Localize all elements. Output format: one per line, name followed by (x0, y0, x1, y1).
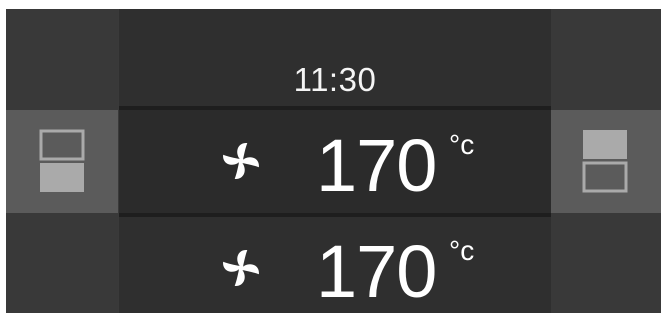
left-column (6, 9, 118, 313)
time-row: 11:30 (119, 9, 551, 106)
fan-icon (223, 143, 259, 179)
lower-tray-selected-icon (39, 129, 85, 192)
oven-display-panel: 11:30 170 °c 170 °c (6, 9, 661, 313)
display-center: 11:30 170 °c 170 °c (119, 9, 551, 313)
upper-oven-row[interactable]: 170 °c (119, 110, 551, 213)
upper-temperature-unit: °c (449, 129, 475, 160)
upper-tray-button[interactable] (551, 110, 661, 213)
upper-tray-selected-icon (582, 130, 628, 193)
lower-oven-row[interactable]: 170 °c (119, 217, 551, 313)
right-column (551, 9, 661, 313)
fan-icon (223, 250, 259, 286)
lower-temperature-unit: °c (449, 235, 475, 266)
lower-tray-button[interactable] (6, 110, 118, 213)
upper-temperature: 170 (316, 124, 437, 207)
clock-time: 11:30 (293, 61, 377, 98)
lower-temperature: 170 (316, 230, 437, 313)
